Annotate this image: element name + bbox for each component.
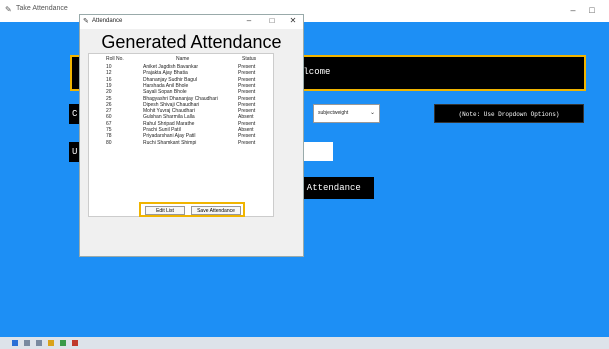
dialog-maximize-button[interactable]: □ bbox=[266, 16, 278, 25]
status-cell: Absent bbox=[238, 114, 254, 121]
dialog-minimize-button[interactable]: – bbox=[243, 16, 255, 25]
status-cell: Present bbox=[238, 139, 256, 146]
column-header-status: Status bbox=[242, 56, 257, 62]
taskbar bbox=[0, 337, 609, 349]
name-cell: Sayali Sopan Bhole bbox=[143, 89, 187, 96]
roll-cell: 12 bbox=[106, 70, 112, 77]
app-icon[interactable] bbox=[60, 340, 66, 346]
name-cell: Ruchi Shamkant Shimpi bbox=[143, 139, 197, 146]
feather-icon: ✎ bbox=[83, 18, 89, 25]
status-cell: Present bbox=[238, 120, 256, 127]
roll-cell: 67 bbox=[106, 120, 112, 127]
main-window-title: Take Attendance bbox=[16, 5, 68, 12]
status-cell: Present bbox=[238, 82, 256, 89]
roll-cell: 19 bbox=[106, 82, 112, 89]
name-cell: Bhagyashri Dhananjay Chaudhari bbox=[143, 95, 218, 102]
name-cell: Dhananjay Sudhir Bagul bbox=[143, 76, 197, 83]
roll-cell: 20 bbox=[106, 89, 112, 96]
name-cell: Prajakta Ajay Bhatia bbox=[143, 70, 188, 77]
roll-cell: 26 bbox=[106, 101, 112, 108]
text-field[interactable] bbox=[303, 142, 333, 161]
name-cell: Harshada Anil Bhole bbox=[143, 82, 189, 89]
search-icon[interactable] bbox=[24, 340, 30, 346]
status-cell: Present bbox=[238, 108, 256, 115]
browser-icon[interactable] bbox=[72, 340, 78, 346]
dialog-close-button[interactable]: ✕ bbox=[287, 16, 299, 25]
status-cell: Present bbox=[238, 89, 256, 96]
feather-icon: ✎ bbox=[5, 5, 12, 14]
dropdown-note: (Note: Use Dropdown Options) bbox=[434, 104, 584, 123]
dialog-heading: Generated Attendance bbox=[101, 32, 282, 52]
status-cell: Present bbox=[238, 70, 256, 77]
main-minimize-button[interactable]: – bbox=[566, 5, 580, 15]
name-cell: Dipesh Shivaji Chaudhari bbox=[143, 101, 200, 108]
attendance-table: Roll No. Name Status 10 Aniket Jagdish Ba… bbox=[88, 53, 274, 217]
status-cell: Present bbox=[238, 101, 256, 108]
name-cell: Priyadarshani Ajay Patil bbox=[143, 133, 196, 140]
roll-cell: 16 bbox=[106, 76, 112, 83]
chevron-down-icon: ⌄ bbox=[369, 110, 375, 116]
name-cell: Rahul Shripad Marathe bbox=[143, 120, 195, 127]
edit-list-button[interactable]: Edit List bbox=[145, 206, 185, 215]
status-cell: Present bbox=[238, 95, 256, 102]
main-maximize-button[interactable]: □ bbox=[585, 5, 599, 15]
status-cell: Present bbox=[238, 64, 256, 70]
roll-cell: 10 bbox=[106, 64, 112, 70]
save-attendance-button[interactable]: Save Attendance bbox=[191, 206, 241, 215]
name-cell: Mohit Yuvraj Chaudhari bbox=[143, 108, 195, 115]
column-header-name: Name bbox=[176, 56, 190, 62]
task-view-icon[interactable] bbox=[36, 340, 42, 346]
status-cell: Present bbox=[238, 76, 256, 83]
roll-cell: 25 bbox=[106, 95, 112, 102]
roll-cell: 78 bbox=[106, 133, 112, 140]
explorer-icon[interactable] bbox=[48, 340, 54, 346]
attendance-dialog: ✎ Attendance – □ ✕ Generated Attendance … bbox=[79, 14, 304, 257]
dropdown-value: subjectweight bbox=[318, 110, 349, 116]
dialog-title: Attendance bbox=[92, 18, 123, 24]
take-attendance-button[interactable]: n Attendance bbox=[296, 177, 374, 199]
name-cell: Gulshan Sharmila Lalla bbox=[143, 114, 195, 121]
start-icon[interactable] bbox=[12, 340, 18, 346]
status-cell: Present bbox=[238, 133, 256, 140]
table-row: 80 Ruchi Shamkant Shimpi Present bbox=[89, 140, 273, 147]
action-buttons-frame: Edit List Save Attendance bbox=[139, 202, 245, 217]
column-header-roll: Roll No. bbox=[106, 56, 124, 62]
roll-cell: 60 bbox=[106, 114, 112, 121]
status-cell: Absent bbox=[238, 127, 254, 133]
roll-cell: 27 bbox=[106, 108, 112, 115]
roll-cell: 75 bbox=[106, 127, 112, 133]
name-cell: Aniket Jagdish Bavankar bbox=[143, 64, 199, 70]
subject-dropdown[interactable]: subjectweight ⌄ bbox=[313, 104, 380, 123]
roll-cell: 80 bbox=[106, 139, 112, 146]
name-cell: Prachi Sunil Patil bbox=[143, 127, 181, 133]
